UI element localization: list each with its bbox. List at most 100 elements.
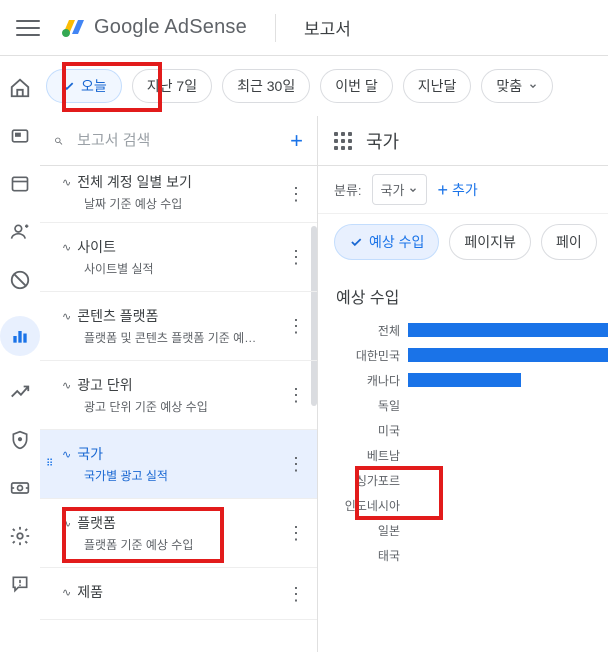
more-button[interactable]: ⋮ bbox=[287, 524, 305, 542]
metric-chips: 예상 수입 페이지뷰 페이 bbox=[318, 214, 608, 270]
chip-last7[interactable]: 지난 7일 bbox=[132, 69, 212, 103]
bar-track bbox=[408, 471, 608, 489]
report-item-subtitle: 국가별 광고 실적 bbox=[62, 467, 303, 484]
detail-title: 국가 bbox=[366, 128, 399, 154]
more-button[interactable]: ⋮ bbox=[287, 185, 305, 203]
bar-row: 태국 bbox=[338, 543, 608, 567]
report-item-title: 제품 bbox=[77, 582, 103, 602]
spark-icon: ∿ bbox=[62, 379, 71, 392]
mini-sidebar bbox=[0, 56, 40, 652]
report-item[interactable]: ∿플랫폼플랫폼 기준 예상 수입⋮ bbox=[40, 499, 317, 568]
sites-icon[interactable] bbox=[8, 172, 32, 196]
bar bbox=[408, 348, 608, 362]
reports-nav-active[interactable] bbox=[0, 316, 40, 356]
bar-row: 일본 bbox=[338, 518, 608, 542]
metric-chip-earnings[interactable]: 예상 수입 bbox=[334, 224, 439, 260]
bar-track bbox=[408, 371, 608, 389]
date-range-chips: 오늘 지난 7일 최근 30일 이번 달 지난달 맞춤 bbox=[40, 56, 608, 116]
bar-label: 베트남 bbox=[338, 447, 408, 464]
more-button[interactable]: ⋮ bbox=[287, 248, 305, 266]
more-button[interactable]: ⋮ bbox=[287, 585, 305, 603]
payments-icon[interactable] bbox=[8, 476, 32, 500]
drag-handle-icon[interactable]: ⠿ bbox=[46, 459, 52, 470]
adsense-logo-icon bbox=[60, 16, 94, 40]
bar-track bbox=[408, 496, 608, 514]
bar bbox=[408, 373, 521, 387]
block-icon[interactable] bbox=[8, 268, 32, 292]
bar-track bbox=[408, 521, 608, 539]
bar-row: 대한민국 bbox=[338, 343, 608, 367]
bar-track bbox=[408, 346, 608, 364]
menu-button[interactable] bbox=[16, 16, 40, 40]
report-item[interactable]: ∿ 광고 단위광고 단위 기준 예상 수입⋮ bbox=[40, 361, 317, 430]
bar-row: 캐나다 bbox=[338, 368, 608, 392]
search-input[interactable] bbox=[77, 132, 276, 149]
bar-row: 인도네시아 bbox=[338, 493, 608, 517]
ads-icon[interactable] bbox=[8, 124, 32, 148]
privacy-icon[interactable] bbox=[8, 428, 32, 452]
check-icon bbox=[61, 79, 75, 93]
breakdown-label: 분류: bbox=[334, 180, 362, 199]
feedback-icon[interactable] bbox=[8, 572, 32, 596]
report-item-title: 광고 단위 bbox=[77, 375, 132, 395]
optimize-icon[interactable] bbox=[8, 380, 32, 404]
spark-icon: ∿ bbox=[62, 241, 71, 254]
report-item[interactable]: ∿사이트사이트별 실적⋮ bbox=[40, 223, 317, 292]
more-button[interactable]: ⋮ bbox=[287, 455, 305, 473]
spark-icon: ∿ bbox=[62, 176, 71, 189]
bar-row: 베트남 bbox=[338, 443, 608, 467]
report-item[interactable]: ∿콘텐츠 플랫폼플랫폼 및 콘텐츠 플랫폼 기준 예…⋮ bbox=[40, 292, 317, 361]
report-item[interactable]: ∿ 제품 ⋮ bbox=[40, 568, 317, 620]
bar bbox=[408, 323, 608, 337]
report-item-subtitle: 광고 단위 기준 예상 수입 bbox=[62, 398, 303, 415]
report-item-subtitle: 플랫폼 기준 예상 수입 bbox=[62, 536, 303, 553]
bar-label: 일본 bbox=[338, 522, 408, 539]
bar-label: 싱가포르 bbox=[338, 472, 408, 489]
bar-track bbox=[408, 396, 608, 414]
brand-adsense: AdSense bbox=[160, 16, 247, 38]
metric-chip-pageviews[interactable]: 페이지뷰 bbox=[449, 224, 531, 260]
bar-row: 싱가포르 bbox=[338, 468, 608, 492]
account-icon[interactable] bbox=[8, 220, 32, 244]
chip-today[interactable]: 오늘 bbox=[46, 69, 122, 103]
app-header: Google AdSense 보고서 bbox=[0, 0, 608, 56]
bar-track bbox=[408, 321, 608, 339]
bar-row: 전체 bbox=[338, 318, 608, 342]
bar-chart: 전체대한민국캐나다독일미국베트남싱가포르인도네시아일본태국 bbox=[318, 314, 608, 568]
report-item[interactable]: ∿ 전체 계정 일별 보기날짜 기준 예상 수입⋮ bbox=[40, 166, 317, 223]
report-item-subtitle: 날짜 기준 예상 수입 bbox=[62, 195, 303, 212]
chip-last-month[interactable]: 지난달 bbox=[403, 69, 472, 103]
report-item-title: 국가 bbox=[77, 444, 103, 464]
bar-label: 미국 bbox=[338, 422, 408, 439]
bar-track bbox=[408, 546, 608, 564]
breakdown-dropdown[interactable]: 국가 bbox=[372, 174, 428, 205]
header-divider bbox=[275, 14, 276, 42]
spark-icon: ∿ bbox=[62, 586, 71, 599]
report-item-title: 플랫폼 bbox=[77, 513, 116, 533]
report-item-title: 전체 계정 일별 보기 bbox=[77, 172, 192, 192]
new-report-button[interactable]: + bbox=[290, 128, 303, 154]
bar-label: 캐나다 bbox=[338, 372, 408, 389]
report-list: ∿전체 계정 일별 보기날짜 기준 예상 수입⋮∿사이트사이트별 실적⋮∿콘텐츠… bbox=[40, 166, 317, 620]
add-breakdown-button[interactable]: + 추가 bbox=[437, 180, 477, 200]
page-title: 보고서 bbox=[304, 15, 351, 40]
report-item[interactable]: ⠿ ∿ 국가국가별 광고 실적⋮ bbox=[40, 430, 317, 499]
more-button[interactable]: ⋮ bbox=[287, 386, 305, 404]
apps-icon[interactable] bbox=[334, 132, 352, 150]
metric-chip-pagerpm[interactable]: 페이 bbox=[541, 224, 597, 260]
spark-icon: ∿ bbox=[62, 310, 71, 323]
chip-custom[interactable]: 맞춤 bbox=[481, 69, 553, 103]
columns: + ∿전체 계정 일별 보기날짜 기준 예상 수입⋮∿사이트사이트별 실적⋮∿콘… bbox=[40, 116, 608, 652]
check-icon bbox=[349, 235, 363, 249]
bar-track bbox=[408, 421, 608, 439]
chip-this-month[interactable]: 이번 달 bbox=[320, 69, 393, 103]
home-icon[interactable] bbox=[8, 76, 32, 100]
chip-last30[interactable]: 최근 30일 bbox=[222, 69, 310, 103]
detail-header: 국가 bbox=[318, 116, 608, 166]
chip-label: 오늘 bbox=[81, 76, 107, 96]
settings-icon[interactable] bbox=[8, 524, 32, 548]
bar-label: 독일 bbox=[338, 397, 408, 414]
more-button[interactable]: ⋮ bbox=[287, 317, 305, 335]
report-item-subtitle: 사이트별 실적 bbox=[62, 260, 303, 277]
spark-icon: ∿ bbox=[62, 448, 71, 461]
